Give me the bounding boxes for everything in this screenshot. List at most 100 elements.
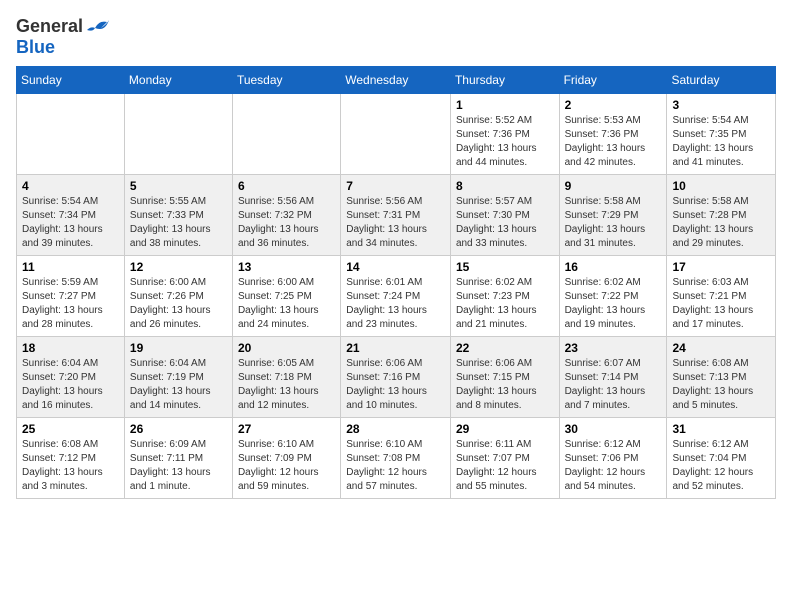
day-number: 5: [130, 179, 227, 193]
calendar-cell: 15 Sunrise: 6:02 AM Sunset: 7:23 PM Dayli…: [450, 256, 559, 337]
calendar-week-row: 25 Sunrise: 6:08 AM Sunset: 7:12 PM Dayli…: [17, 418, 776, 499]
day-number: 22: [456, 341, 554, 355]
logo-blue-text: Blue: [16, 37, 55, 57]
day-detail: Sunrise: 6:06 AM Sunset: 7:16 PM Dayligh…: [346, 357, 445, 413]
calendar-cell: 23 Sunrise: 6:07 AM Sunset: 7:14 PM Dayli…: [559, 337, 667, 418]
day-detail: Sunrise: 6:04 AM Sunset: 7:20 PM Dayligh…: [22, 357, 119, 413]
weekday-header-tuesday: Tuesday: [232, 67, 340, 94]
day-number: 12: [130, 260, 227, 274]
calendar-cell: 25 Sunrise: 6:08 AM Sunset: 7:12 PM Dayli…: [17, 418, 125, 499]
calendar-cell: 13 Sunrise: 6:00 AM Sunset: 7:25 PM Dayli…: [232, 256, 340, 337]
day-detail: Sunrise: 6:08 AM Sunset: 7:12 PM Dayligh…: [22, 438, 119, 494]
day-number: 2: [565, 98, 662, 112]
calendar-cell: 24 Sunrise: 6:08 AM Sunset: 7:13 PM Dayli…: [667, 337, 776, 418]
calendar-header: SundayMondayTuesdayWednesdayThursdayFrid…: [17, 67, 776, 94]
weekday-header-monday: Monday: [124, 67, 232, 94]
calendar-cell: 4Sunrise: 5:54 AM Sunset: 7:34 PM Daylig…: [17, 175, 125, 256]
day-detail: Sunrise: 5:58 AM Sunset: 7:28 PM Dayligh…: [672, 195, 770, 251]
calendar-cell: 9 Sunrise: 5:58 AM Sunset: 7:29 PM Daylig…: [559, 175, 667, 256]
weekday-header-wednesday: Wednesday: [341, 67, 451, 94]
day-number: 23: [565, 341, 662, 355]
calendar-cell: 8Sunrise: 5:57 AM Sunset: 7:30 PM Daylig…: [450, 175, 559, 256]
logo-general-text: General: [16, 16, 83, 37]
calendar-cell: 30Sunrise: 6:12 AM Sunset: 7:06 PM Dayli…: [559, 418, 667, 499]
day-number: 29: [456, 422, 554, 436]
day-number: 15: [456, 260, 554, 274]
calendar-cell: [232, 94, 340, 175]
day-number: 28: [346, 422, 445, 436]
day-number: 17: [672, 260, 770, 274]
day-number: 18: [22, 341, 119, 355]
calendar-cell: [341, 94, 451, 175]
page-header: General Blue: [16, 16, 776, 58]
day-number: 7: [346, 179, 445, 193]
day-detail: Sunrise: 6:10 AM Sunset: 7:08 PM Dayligh…: [346, 438, 445, 494]
day-detail: Sunrise: 6:02 AM Sunset: 7:22 PM Dayligh…: [565, 276, 662, 332]
day-detail: Sunrise: 6:06 AM Sunset: 7:15 PM Dayligh…: [456, 357, 554, 413]
day-number: 1: [456, 98, 554, 112]
day-detail: Sunrise: 5:58 AM Sunset: 7:29 PM Dayligh…: [565, 195, 662, 251]
calendar-cell: 6 Sunrise: 5:56 AM Sunset: 7:32 PM Daylig…: [232, 175, 340, 256]
day-detail: Sunrise: 6:02 AM Sunset: 7:23 PM Dayligh…: [456, 276, 554, 332]
day-detail: Sunrise: 6:01 AM Sunset: 7:24 PM Dayligh…: [346, 276, 445, 332]
day-detail: Sunrise: 6:12 AM Sunset: 7:04 PM Dayligh…: [672, 438, 770, 494]
calendar-cell: 31Sunrise: 6:12 AM Sunset: 7:04 PM Dayli…: [667, 418, 776, 499]
calendar-week-row: 4Sunrise: 5:54 AM Sunset: 7:34 PM Daylig…: [17, 175, 776, 256]
day-detail: Sunrise: 5:52 AM Sunset: 7:36 PM Dayligh…: [456, 114, 554, 170]
calendar-cell: 17 Sunrise: 6:03 AM Sunset: 7:21 PM Dayli…: [667, 256, 776, 337]
day-number: 20: [238, 341, 335, 355]
day-number: 19: [130, 341, 227, 355]
day-detail: Sunrise: 6:11 AM Sunset: 7:07 PM Dayligh…: [456, 438, 554, 494]
day-detail: Sunrise: 6:04 AM Sunset: 7:19 PM Dayligh…: [130, 357, 227, 413]
calendar-cell: 27Sunrise: 6:10 AM Sunset: 7:09 PM Dayli…: [232, 418, 340, 499]
day-number: 27: [238, 422, 335, 436]
day-number: 4: [22, 179, 119, 193]
day-number: 24: [672, 341, 770, 355]
calendar-week-row: 1 Sunrise: 5:52 AM Sunset: 7:36 PM Daylig…: [17, 94, 776, 175]
day-number: 3: [672, 98, 770, 112]
logo: General Blue: [16, 16, 109, 58]
calendar-cell: 16Sunrise: 6:02 AM Sunset: 7:22 PM Dayli…: [559, 256, 667, 337]
calendar-cell: 26Sunrise: 6:09 AM Sunset: 7:11 PM Dayli…: [124, 418, 232, 499]
day-number: 30: [565, 422, 662, 436]
calendar-cell: 20Sunrise: 6:05 AM Sunset: 7:18 PM Dayli…: [232, 337, 340, 418]
weekday-header-friday: Friday: [559, 67, 667, 94]
day-number: 13: [238, 260, 335, 274]
day-number: 14: [346, 260, 445, 274]
logo-bird-icon: [87, 18, 109, 36]
day-detail: Sunrise: 5:53 AM Sunset: 7:36 PM Dayligh…: [565, 114, 662, 170]
day-number: 6: [238, 179, 335, 193]
calendar-cell: [124, 94, 232, 175]
calendar-cell: 14 Sunrise: 6:01 AM Sunset: 7:24 PM Dayli…: [341, 256, 451, 337]
calendar-table: SundayMondayTuesdayWednesdayThursdayFrid…: [16, 66, 776, 499]
calendar-cell: 2 Sunrise: 5:53 AM Sunset: 7:36 PM Daylig…: [559, 94, 667, 175]
calendar-cell: 10Sunrise: 5:58 AM Sunset: 7:28 PM Dayli…: [667, 175, 776, 256]
calendar-cell: [17, 94, 125, 175]
day-detail: Sunrise: 6:03 AM Sunset: 7:21 PM Dayligh…: [672, 276, 770, 332]
calendar-week-row: 11Sunrise: 5:59 AM Sunset: 7:27 PM Dayli…: [17, 256, 776, 337]
day-number: 8: [456, 179, 554, 193]
calendar-cell: 22 Sunrise: 6:06 AM Sunset: 7:15 PM Dayli…: [450, 337, 559, 418]
day-detail: Sunrise: 6:00 AM Sunset: 7:25 PM Dayligh…: [238, 276, 335, 332]
weekday-header-sunday: Sunday: [17, 67, 125, 94]
calendar-cell: 1 Sunrise: 5:52 AM Sunset: 7:36 PM Daylig…: [450, 94, 559, 175]
day-detail: Sunrise: 6:00 AM Sunset: 7:26 PM Dayligh…: [130, 276, 227, 332]
calendar-cell: 28 Sunrise: 6:10 AM Sunset: 7:08 PM Dayli…: [341, 418, 451, 499]
weekday-row: SundayMondayTuesdayWednesdayThursdayFrid…: [17, 67, 776, 94]
calendar-cell: 5Sunrise: 5:55 AM Sunset: 7:33 PM Daylig…: [124, 175, 232, 256]
calendar-cell: 11Sunrise: 5:59 AM Sunset: 7:27 PM Dayli…: [17, 256, 125, 337]
day-number: 26: [130, 422, 227, 436]
weekday-header-thursday: Thursday: [450, 67, 559, 94]
day-detail: Sunrise: 6:08 AM Sunset: 7:13 PM Dayligh…: [672, 357, 770, 413]
calendar-cell: 18 Sunrise: 6:04 AM Sunset: 7:20 PM Dayli…: [17, 337, 125, 418]
calendar-cell: 3Sunrise: 5:54 AM Sunset: 7:35 PM Daylig…: [667, 94, 776, 175]
weekday-header-saturday: Saturday: [667, 67, 776, 94]
day-number: 25: [22, 422, 119, 436]
calendar-body: 1 Sunrise: 5:52 AM Sunset: 7:36 PM Daylig…: [17, 94, 776, 499]
day-detail: Sunrise: 6:07 AM Sunset: 7:14 PM Dayligh…: [565, 357, 662, 413]
day-detail: Sunrise: 5:59 AM Sunset: 7:27 PM Dayligh…: [22, 276, 119, 332]
calendar-week-row: 18 Sunrise: 6:04 AM Sunset: 7:20 PM Dayli…: [17, 337, 776, 418]
day-detail: Sunrise: 5:56 AM Sunset: 7:32 PM Dayligh…: [238, 195, 335, 251]
day-number: 9: [565, 179, 662, 193]
calendar-cell: 12 Sunrise: 6:00 AM Sunset: 7:26 PM Dayli…: [124, 256, 232, 337]
